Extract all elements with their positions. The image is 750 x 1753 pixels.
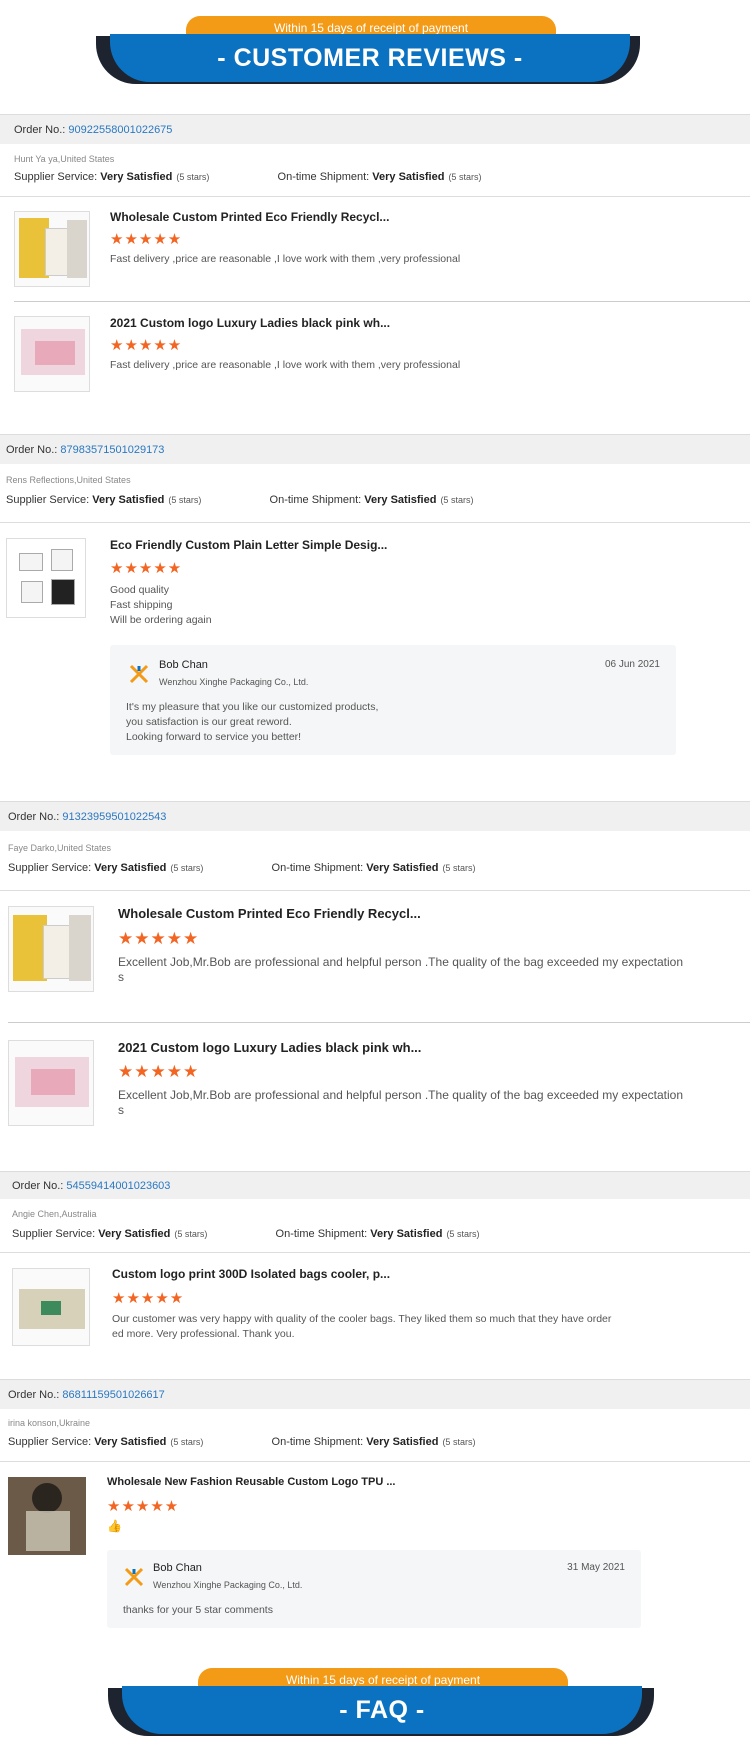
- service-ratings: Supplier Service: Very Satisfied (5 stars…: [14, 171, 482, 183]
- order-bar: Order No.: 91323959501022543: [0, 801, 750, 831]
- review-text-line: s: [118, 970, 124, 984]
- customer-reviews-banner: Within 15 days of receipt of payment - C…: [0, 14, 750, 98]
- order-number-link[interactable]: 91323959501022543: [62, 811, 166, 823]
- order-bar: Order No.: 54559414001023603: [0, 1171, 750, 1199]
- banner-title: - CUSTOMER REVIEWS -: [110, 34, 630, 82]
- reply-line: thanks for your 5 star comments: [123, 1604, 273, 1616]
- order-number-link[interactable]: 90922558001022675: [68, 124, 172, 136]
- product-title-link[interactable]: Wholesale Custom Printed Eco Friendly Re…: [118, 906, 421, 921]
- review-text-line: s: [118, 1103, 124, 1117]
- order-label: Order No.:: [8, 1389, 60, 1401]
- divider: [14, 301, 750, 302]
- thumbs-up-icon: 👍: [107, 1519, 122, 1533]
- product-thumbnail[interactable]: [6, 538, 86, 618]
- review-text: Fast delivery ,price are reasonable ,I l…: [110, 359, 461, 371]
- review-text: Fast delivery ,price are reasonable ,I l…: [110, 253, 461, 265]
- service-ratings: Supplier Service: Very Satisfied (5 stars…: [6, 494, 474, 506]
- reviewer-name: Faye Darko,United States: [8, 843, 112, 853]
- seller-reply: Bob Chan Wenzhou Xinghe Packaging Co., L…: [107, 1550, 641, 1628]
- rating-stars: ★★★★★: [118, 929, 200, 948]
- reviewer-name: Hunt Ya ya,United States: [14, 154, 115, 164]
- product-thumbnail[interactable]: [8, 1040, 94, 1126]
- review-text-line: ed more. Very professional. Thank you.: [112, 1328, 295, 1340]
- review-text-line: Fast shipping: [110, 599, 173, 611]
- reply-company: Wenzhou Xinghe Packaging Co., Ltd.: [153, 1580, 303, 1590]
- service-ratings: Supplier Service: Very Satisfied (5 stars…: [8, 862, 476, 874]
- product-title-link[interactable]: Custom logo print 300D Isolated bags coo…: [112, 1267, 390, 1281]
- product-title-link[interactable]: Eco Friendly Custom Plain Letter Simple …: [110, 538, 387, 552]
- product-thumbnail[interactable]: [12, 1268, 90, 1346]
- reply-date: 31 May 2021: [567, 1562, 625, 1573]
- order-number-link[interactable]: 86811159501026617: [62, 1389, 164, 1401]
- service-ratings: Supplier Service: Very Satisfied (5 stars…: [12, 1228, 480, 1240]
- company-logo: [123, 1566, 145, 1588]
- order-label: Order No.:: [14, 124, 66, 136]
- review-text-line: Good quality: [110, 584, 169, 596]
- product-title-link[interactable]: Wholesale New Fashion Reusable Custom Lo…: [107, 1476, 395, 1488]
- reviewer-name: Angie Chen,Australia: [12, 1209, 97, 1219]
- product-thumbnail[interactable]: [14, 211, 90, 287]
- product-thumbnail[interactable]: [14, 316, 90, 392]
- divider: [0, 890, 750, 891]
- review-text-line: Will be ordering again: [110, 614, 212, 626]
- order-bar: Order No.: 90922558001022675: [0, 114, 750, 144]
- reviewer-name: Rens Reflections,United States: [6, 475, 131, 485]
- reply-company: Wenzhou Xinghe Packaging Co., Ltd.: [159, 677, 309, 687]
- banner-title: - FAQ -: [122, 1686, 642, 1734]
- divider: [0, 196, 750, 197]
- rating-stars: ★★★★★: [118, 1062, 200, 1081]
- review-text-line: Excellent Job,Mr.Bob are professional an…: [118, 955, 684, 969]
- rating-stars: ★★★★★: [112, 1290, 185, 1307]
- reply-author: Bob Chan: [159, 659, 208, 671]
- seller-reply: Bob Chan Wenzhou Xinghe Packaging Co., L…: [110, 645, 676, 755]
- reply-line: It's my pleasure that you like our custo…: [126, 701, 379, 713]
- rating-stars: ★★★★★: [107, 1498, 180, 1515]
- product-title-link[interactable]: 2021 Custom logo Luxury Ladies black pin…: [118, 1040, 421, 1055]
- product-title-link[interactable]: 2021 Custom logo Luxury Ladies black pin…: [110, 316, 390, 330]
- rating-stars: ★★★★★: [110, 560, 183, 577]
- service-ratings: Supplier Service: Very Satisfied (5 stars…: [8, 1436, 476, 1448]
- rating-stars: ★★★★★: [110, 231, 183, 248]
- review-text-line: Our customer was very happy with quality…: [112, 1313, 612, 1325]
- review-text-line: Excellent Job,Mr.Bob are professional an…: [118, 1088, 684, 1102]
- order-label: Order No.:: [6, 444, 58, 456]
- divider: [0, 1461, 750, 1462]
- faq-banner: Within 15 days of receipt of payment - F…: [0, 1666, 750, 1750]
- product-thumbnail[interactable]: [8, 906, 94, 992]
- divider: [0, 522, 750, 523]
- reply-author: Bob Chan: [153, 1562, 202, 1574]
- order-bar: Order No.: 86811159501026617: [0, 1379, 750, 1409]
- order-label: Order No.:: [12, 1180, 64, 1192]
- product-title-link[interactable]: Wholesale Custom Printed Eco Friendly Re…: [110, 210, 389, 224]
- product-thumbnail[interactable]: [8, 1477, 86, 1555]
- reply-date: 06 Jun 2021: [604, 659, 660, 670]
- company-logo: [128, 663, 150, 685]
- divider: [0, 1252, 750, 1253]
- rating-stars: ★★★★★: [110, 337, 183, 354]
- divider: [8, 1022, 750, 1023]
- order-number-link[interactable]: 54559414001023603: [66, 1180, 170, 1192]
- order-bar: Order No.: 87983571501029173: [0, 434, 750, 464]
- order-number-link[interactable]: 87983571501029173: [60, 444, 164, 456]
- reply-line: Looking forward to service you better!: [126, 731, 302, 743]
- order-label: Order No.:: [8, 811, 60, 823]
- reply-line: you satisfaction is our great reword.: [126, 716, 292, 728]
- reviewer-name: irina konson,Ukraine: [8, 1418, 91, 1428]
